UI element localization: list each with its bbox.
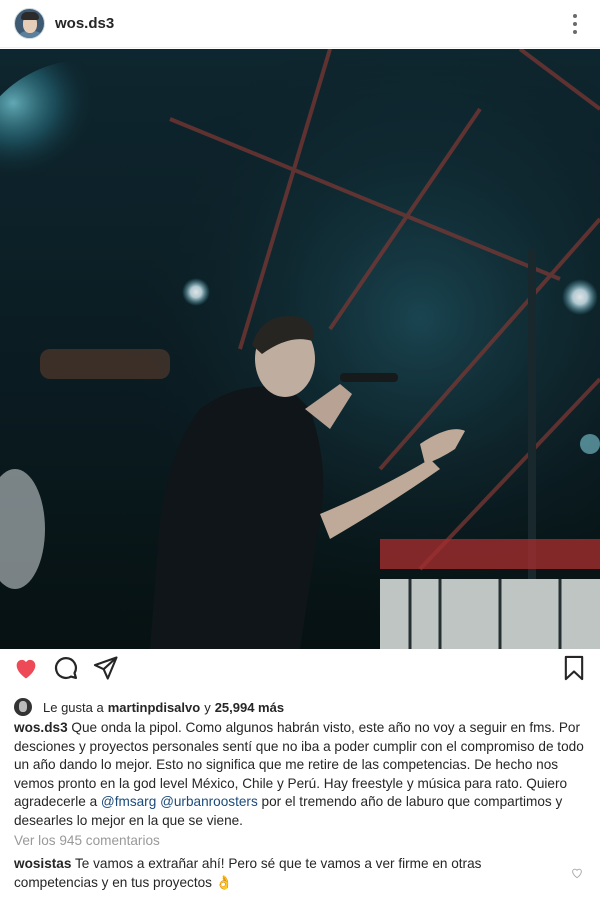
post-actions (0, 654, 600, 690)
likes-prefix: Le gusta a (43, 699, 104, 715)
concert-photo (0, 49, 600, 649)
comment-text: Te vamos a extrañar ahí! Pero sé que te … (14, 856, 482, 890)
likes-summary: Le gusta a martinpdisalvo y 25,994 más (14, 697, 284, 717)
post-caption: wos.ds3 Que onda la pipol. Como algunos … (14, 719, 588, 830)
caption-username[interactable]: wos.ds3 (14, 720, 68, 735)
comment-item: wosistas Te vamos a extrañar ahí! Pero s… (14, 855, 569, 892)
avatar-hair (21, 12, 39, 20)
send-icon[interactable] (92, 654, 122, 684)
likes-count[interactable]: 25,994 más (215, 700, 284, 715)
likes-joiner: y (204, 699, 211, 715)
post-username[interactable]: wos.ds3 (55, 15, 114, 32)
caption-text-part2: por el tremendo año de laburo que compar… (14, 794, 563, 828)
comment-like-icon[interactable] (570, 866, 584, 880)
mention-urbanroosters[interactable]: @urbanroosters (160, 794, 258, 809)
comment-icon[interactable] (52, 654, 82, 684)
liker-username[interactable]: martinpdisalvo (108, 700, 200, 715)
heart-filled-icon[interactable] (12, 654, 42, 684)
post-header: wos.ds3 (0, 0, 600, 48)
bookmark-icon[interactable] (560, 654, 590, 684)
comment-username[interactable]: wosistas (14, 856, 71, 871)
mention-fmsarg[interactable]: @fmsarg (101, 794, 156, 809)
post-photo[interactable] (0, 49, 600, 649)
more-options-icon[interactable] (565, 12, 585, 36)
liker-avatar[interactable] (14, 698, 32, 716)
user-avatar[interactable] (14, 8, 45, 39)
comment-emoji: 👌 (215, 874, 233, 890)
view-all-comments-link[interactable]: Ver los 945 comentarios (14, 833, 160, 848)
